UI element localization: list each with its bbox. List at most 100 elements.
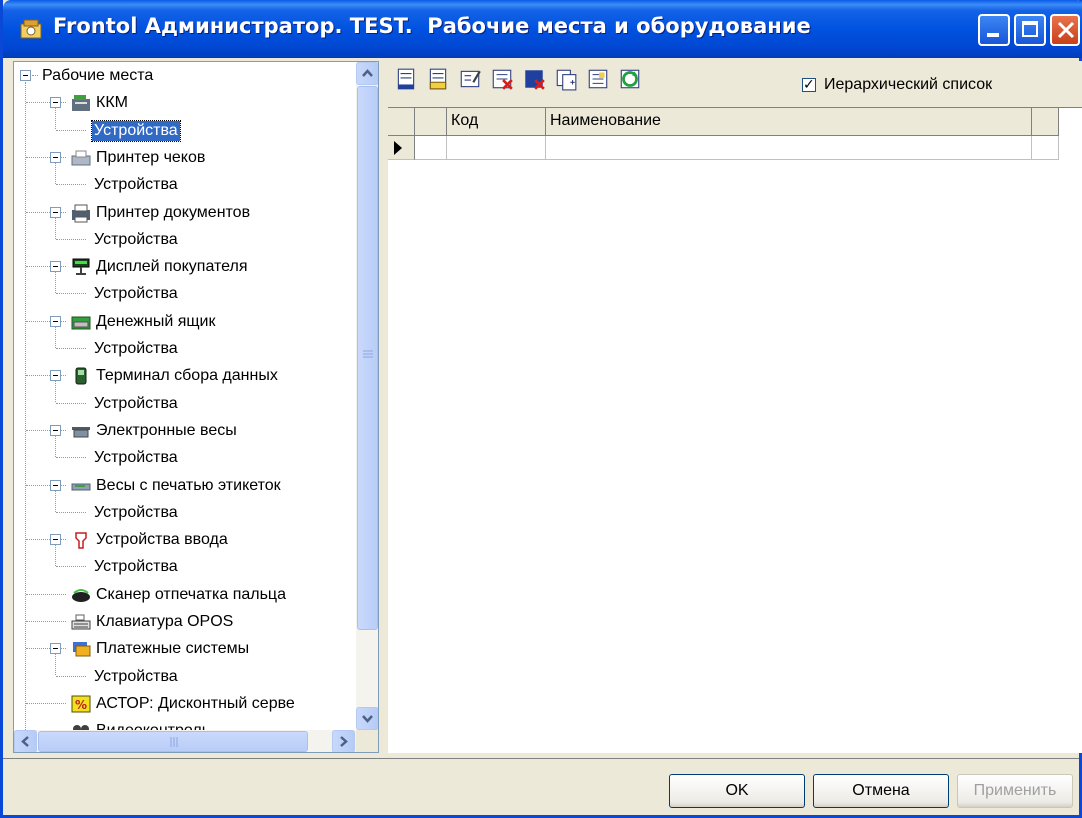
delete-group-button[interactable] [522,67,548,93]
close-button[interactable] [1050,14,1080,46]
tree-expander[interactable] [50,370,61,381]
keyboard-icon [70,612,92,632]
tree-subnode[interactable]: Устройства [92,663,180,690]
tree-node[interactable]: Принтер чеков [70,144,207,171]
tree-expander[interactable] [50,480,61,491]
tree-expander[interactable] [50,97,61,108]
tree-node[interactable]: Устройства ввода [70,526,230,553]
tree-expander[interactable] [50,261,61,272]
tree-node-label: Устройства [94,503,178,521]
refresh-button[interactable] [618,67,644,93]
tree-node[interactable]: Принтер документов [70,199,252,226]
tree-node-label: Видеоконтроль [96,721,211,731]
tree-subnode[interactable]: Устройства [92,390,180,417]
hierarchical-list-toggle[interactable]: Иерархический список [802,76,992,94]
root-expander[interactable] [20,70,31,81]
tree-node[interactable]: % АСТОР: Дисконтный серве [70,690,297,717]
tree-expander[interactable] [50,316,61,327]
properties-button[interactable] [586,67,612,93]
cash-register-icon [70,93,92,113]
table-cell[interactable] [546,136,1032,160]
tree-node-label: Устройства [94,667,178,685]
tree-expander[interactable] [50,152,61,163]
tree-subnode[interactable]: Устройства [92,280,180,307]
tree-node-label: Устройства [94,394,178,412]
tree-expander[interactable] [50,643,61,654]
tree-node[interactable]: Видеоконтроль [70,717,212,730]
app-window: Frontol Администратор. TEST. Рабочие мес… [0,0,1082,818]
scroll-down-button[interactable] [356,707,378,730]
tree-vertical-scrollbar[interactable] [356,62,378,730]
scroll-left-button[interactable] [14,730,37,752]
tree-node[interactable]: Терминал сбора данных [70,362,280,389]
grid-header-name[interactable]: Наименование [546,108,1032,136]
grid-header-code[interactable]: Код [447,108,546,136]
tree-subnode[interactable]: Устройства [92,335,180,362]
tree-node-label: Принтер чеков [96,148,206,166]
maximize-button[interactable] [1014,14,1046,46]
cancel-button[interactable]: Отмена [813,774,949,808]
tree-node[interactable]: Дисплей покупателя [70,253,250,280]
input-device-icon [70,530,92,550]
tree-root[interactable]: Рабочие места [40,62,155,89]
label-scales-icon [70,476,92,496]
workplaces-tree[interactable]: Рабочие места ККМ Устройства Принтер чеков… [13,61,379,753]
dialog-footer: OK Отмена Применить [3,758,1079,815]
table-cell[interactable] [415,136,447,160]
tree-subnode[interactable]: Устройства [92,444,180,471]
tree-node[interactable]: ККМ [70,89,130,116]
close-icon [1057,21,1075,39]
minimize-button[interactable] [978,14,1010,46]
tree-expander[interactable] [50,425,61,436]
delete-button[interactable] [490,67,516,93]
hierarchical-list-checkbox[interactable] [802,76,816,93]
table-cell[interactable] [1032,136,1059,160]
video-control-icon [70,721,92,730]
ok-button[interactable]: OK [669,774,805,808]
tree-node-label: Устройства ввода [96,530,228,548]
scroll-right-button[interactable] [332,730,355,752]
tree-subnode[interactable]: Устройства [92,226,180,253]
tree-node-label: Электронные весы [96,421,237,439]
current-row-arrow-icon [394,141,402,155]
receipt-printer-icon [70,148,92,168]
maximize-icon [1022,21,1038,37]
scroll-up-button[interactable] [356,62,378,85]
tree-scroll-thumb[interactable] [357,86,378,630]
table-cell[interactable] [447,136,546,160]
tree-expander[interactable] [50,207,61,218]
tree-expander[interactable] [50,534,61,545]
apply-button[interactable]: Применить [957,774,1073,808]
tree-node[interactable]: Весы с печатью этикеток [70,472,283,499]
copy-button[interactable] [554,67,580,93]
tree-subnode[interactable]: Устройства [92,499,180,526]
tree-node-label: Терминал сбора данных [96,366,278,384]
tree-node[interactable]: Платежные системы [70,635,251,662]
grid-header: Код Наименование [388,108,1059,136]
tree-node-label: Весы с печатью этикеток [96,476,281,494]
payment-system-icon [70,639,92,659]
tree-subnode[interactable]: Устройства [91,117,181,144]
tree-subnode[interactable]: Устройства [92,171,180,198]
customer-display-icon [70,257,92,277]
grid-header-filler [1032,108,1059,136]
tree-node[interactable]: Сканер отпечатка пальца [70,581,288,608]
devices-grid[interactable]: Код Наименование [388,107,1082,753]
title-bar[interactable]: Frontol Администратор. TEST. Рабочие мес… [3,0,1082,58]
grid-header-blank[interactable] [415,108,447,136]
tree-horizontal-scrollbar[interactable] [14,730,356,752]
edit-button[interactable] [458,67,484,93]
delete-group-icon [525,70,545,90]
add-group-button[interactable] [426,67,452,93]
tree-node[interactable]: Клавиатура OPOS [70,608,235,635]
add-item-button[interactable] [394,67,420,93]
table-row[interactable] [388,136,1059,160]
tree-items: Рабочие места ККМ Устройства Принтер чеков… [14,62,354,730]
tree-node[interactable]: Денежный ящик [70,308,217,335]
svg-text:%: % [75,698,87,712]
tree-subnode[interactable]: Устройства [92,553,180,580]
tree-hscroll-thumb[interactable] [38,731,308,752]
tree-node[interactable]: Электронные весы [70,417,239,444]
chevron-left-icon [21,736,29,747]
copy-icon [556,69,577,91]
